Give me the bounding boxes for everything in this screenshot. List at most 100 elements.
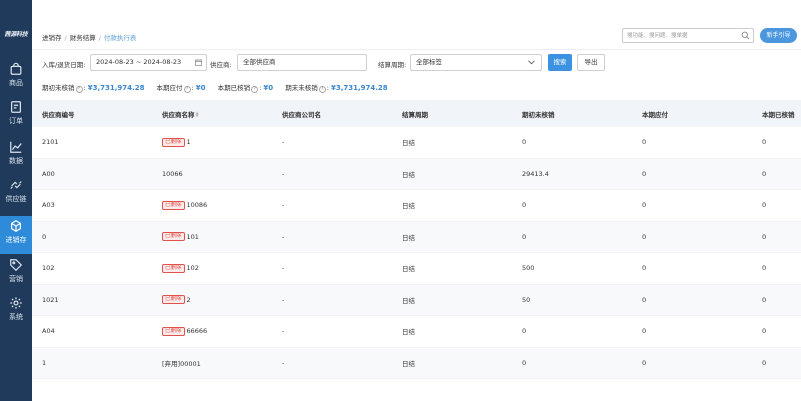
table-row[interactable]: A00 10066 - 日结 29413.4 0 0 (32, 158, 801, 190)
cell-text: 0 (762, 201, 767, 210)
breadcrumb: 进销存 / 财务结算 / 付款执行表 (42, 32, 136, 42)
table-cell: A03 (42, 190, 55, 221)
cell-text: 2101 (42, 138, 59, 147)
cell-text: 0 (522, 138, 527, 147)
summary-value: ¥0 (195, 84, 206, 92)
table-row[interactable]: 1021 已删除 2 - 日结 50 0 0 (32, 284, 801, 316)
table-cell: - (282, 127, 284, 158)
table-row[interactable]: 102 已删除 102- 日结 500 0 0 (32, 253, 801, 285)
calendar-icon (195, 59, 202, 66)
summary-value: ¥0 (263, 84, 274, 92)
sidebar-item-label: 供应链 (5, 195, 27, 203)
sidebar-item-inventory[interactable]: 进销存 (0, 216, 32, 254)
summary-item: 期初未核销?: ¥3,731,974.28 (42, 84, 145, 93)
cell-text: 0 (762, 232, 767, 241)
table-row[interactable]: 1 [弃用]00001 - 日结 0 0 0 (32, 347, 801, 379)
table-cell: 日结 (402, 316, 415, 347)
export-button[interactable]: 导出 (577, 54, 605, 71)
newbie-guide-button[interactable]: 新手引导 (760, 28, 797, 43)
table-cell: 50 (522, 285, 530, 316)
supplier-select[interactable]: 全部供应商 (237, 54, 367, 71)
table-row[interactable]: 0 已删除 101 - 日结 0 0 0 (32, 221, 801, 253)
table-cell: 已删除 10086 (162, 190, 207, 221)
deleted-badge: 已删除 (162, 326, 185, 336)
sidebar-item-marketing[interactable]: 营销 (0, 258, 32, 294)
payment-table: 供应商编号 供应商名称 ▲ ▼ 供应商公司名 结算周期 期初未核销 本期应付 本期已… (32, 100, 801, 379)
breadcrumb-item[interactable]: 进销存 (42, 34, 62, 42)
sidebar-item-system[interactable]: 系统 (0, 296, 32, 332)
summary-label: 期初未核销 (42, 84, 75, 92)
line-chart-icon (10, 141, 22, 153)
date-range-picker[interactable]: 2024-08-23 ~ 2024-08-23 (90, 54, 207, 71)
table-cell: 已删除 2 (162, 285, 191, 316)
table-cell: 0 (762, 159, 766, 190)
table-cell: - (282, 316, 284, 347)
sidebar-item-supply-chain[interactable]: 供应链 (0, 178, 32, 214)
help-icon[interactable]: ? (75, 86, 83, 93)
search-icon[interactable] (741, 31, 750, 40)
cell-text: 66666 (186, 327, 208, 336)
sidebar-item-orders[interactable]: 订单 (0, 100, 32, 136)
table-cell: 1 (42, 348, 46, 379)
table-cell: 10066 (162, 159, 183, 190)
settlement-period-label: 结算周期: (378, 61, 407, 69)
summary-item: 期末未核销?: ¥3,731,974.28 (285, 84, 388, 93)
table-cell: 日结 (402, 127, 415, 158)
sidebar-item-label: 数据 (9, 157, 23, 165)
cell-text: A03 (42, 201, 55, 210)
cell-text: - (282, 138, 285, 147)
cell-text: 日结 (402, 359, 415, 368)
deleted-badge: 已删除 (162, 200, 185, 210)
top-bar: 进销存/财务结算/付款执行表 新手引导 (32, 20, 801, 50)
table-cell: 0 (762, 127, 766, 158)
table-row[interactable]: A04 已删除 66666 - 日结 0 0 0 (32, 316, 801, 348)
cell-text: 101 (186, 232, 199, 241)
column-header-sortable[interactable]: 供应商名称 ▲ ▼ (162, 100, 200, 127)
chevron-down-icon (528, 60, 535, 65)
cell-text: 0 (522, 201, 527, 210)
breadcrumb-separator: / (98, 34, 101, 42)
table-cell: - (282, 159, 284, 190)
table-cell: 29413.4 (522, 159, 549, 190)
table-cell: - (282, 190, 284, 221)
summary-label: 期末未核销 (285, 84, 318, 92)
sidebar-item-label: 系统 (9, 313, 23, 321)
sidebar-item-label: 进销存 (5, 236, 27, 244)
help-icon[interactable]: ? (318, 86, 326, 93)
help-icon[interactable]: ? (183, 86, 191, 93)
cell-text: - (282, 169, 285, 178)
sidebar-item-label: 营销 (9, 275, 23, 283)
table-cell: 102 (42, 253, 54, 284)
help-icon[interactable]: ? (251, 86, 259, 93)
settlement-period-value: 全部标签 (416, 58, 442, 66)
sidebar-item-goods[interactable]: 商品 (0, 62, 32, 98)
summary-value: ¥3,731,974.28 (87, 84, 145, 92)
table-cell: - (282, 253, 284, 284)
cell-text: 日结 (402, 202, 415, 211)
breadcrumb-separator: / (64, 34, 67, 42)
table-row[interactable]: 2101 已删除 1 - 日结 0 0 0 (32, 127, 801, 159)
cell-text: 1 (186, 138, 191, 147)
column-header: 供应商公司名 (282, 110, 321, 119)
cell-text: 0 (642, 169, 647, 178)
summary-value: ¥3,731,974.28 (330, 84, 388, 92)
settlement-period-select[interactable]: 全部标签 (410, 54, 542, 71)
search-input[interactable] (627, 29, 737, 42)
sort-icon[interactable]: ▲ ▼ (196, 110, 200, 117)
column-header: 供应商编号 (42, 110, 75, 119)
global-search[interactable] (622, 28, 754, 43)
date-range-value: 2024-08-23 ~ 2024-08-23 (96, 58, 182, 66)
deleted-badge: 已删除 (162, 263, 185, 273)
warehouse-icon (11, 220, 21, 232)
sidebar-item-data[interactable]: 数据 (0, 140, 32, 176)
column-header: 本期应付 (642, 110, 668, 119)
table-cell: 0 (762, 285, 766, 316)
table-row[interactable]: A03 已删除 10086 - 日结 0 0 0 (32, 190, 801, 222)
breadcrumb-item[interactable]: 财务结算 (70, 34, 96, 42)
table-body: 2101 已删除 1- 日结 0 0 0 A00 10066- 日结 29413.4 0 0 A03 已删除… (32, 127, 801, 379)
cell-text: 10086 (186, 201, 208, 210)
cell-text: 0 (522, 358, 527, 367)
table-cell: 0 (642, 285, 646, 316)
summary-bar: 期初未核销?: ¥3,731,974.28 本期应付?: ¥0 本期已核销?: … (42, 82, 398, 96)
search-button[interactable]: 搜索 (548, 54, 572, 71)
